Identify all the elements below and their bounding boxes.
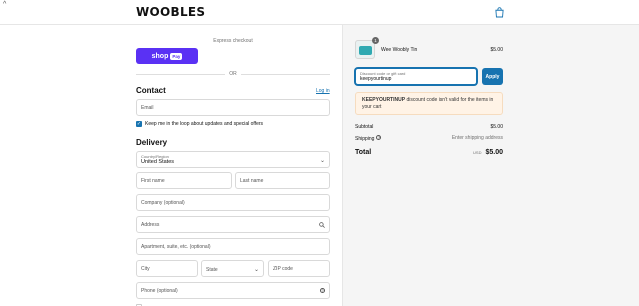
apartment-placeholder: Apartment, suite, etc. (optional) bbox=[141, 244, 211, 250]
chevron-down-icon: ⌄ bbox=[253, 267, 259, 273]
product-name: Wee Woobly Tin bbox=[381, 47, 418, 53]
shipping-value: Enter shipping address bbox=[451, 135, 503, 141]
last-name-placeholder: Last name bbox=[240, 178, 264, 184]
search-icon bbox=[319, 222, 325, 228]
subtotal-label: Subtotal bbox=[355, 124, 374, 130]
shop-pay-button[interactable]: shop Pay bbox=[136, 48, 198, 64]
state-select[interactable]: State ⌄ bbox=[201, 260, 264, 277]
total-row: USD $5.00 bbox=[473, 149, 503, 156]
help-icon[interactable]: ? bbox=[376, 135, 382, 140]
chevron-up-small-icon[interactable]: ^ bbox=[3, 1, 6, 8]
discount-value: keepyourtinup bbox=[360, 76, 392, 82]
total-value: $5.00 bbox=[485, 149, 503, 156]
discount-error-banner: KEEPYOURTINUP discount code isn't valid … bbox=[355, 92, 503, 115]
checkout-form-panel: Express checkout shop Pay OR Contact Log… bbox=[0, 25, 343, 306]
email-placeholder: Email bbox=[141, 105, 154, 111]
tin-graphic bbox=[359, 46, 372, 55]
company-field[interactable]: Company (optional) bbox=[136, 194, 330, 211]
last-name-field[interactable]: Last name bbox=[235, 172, 330, 189]
total-label: Total bbox=[355, 149, 372, 156]
order-summary-panel: 1 Wee Woobly Tin $5.00 Discount code or … bbox=[343, 25, 639, 306]
currency-label: USD bbox=[473, 150, 482, 155]
top-bar: ^ WOOBLES bbox=[0, 0, 639, 25]
or-divider: OR bbox=[136, 70, 330, 78]
delivery-heading: Delivery bbox=[136, 138, 168, 147]
shopping-bag-icon[interactable] bbox=[495, 7, 504, 18]
shipping-row: Shipping? bbox=[355, 135, 382, 142]
store-logo[interactable]: WOOBLES bbox=[136, 5, 205, 19]
contact-heading: Contact bbox=[136, 86, 166, 95]
shop-pay-badge: Pay bbox=[170, 52, 183, 60]
company-placeholder: Company (optional) bbox=[141, 200, 185, 206]
country-select[interactable]: Country/Region United States ⌄ bbox=[136, 151, 330, 168]
apply-button[interactable]: Apply bbox=[482, 68, 503, 85]
city-placeholder: City bbox=[141, 266, 150, 272]
first-name-placeholder: First name bbox=[141, 178, 165, 184]
chevron-down-icon: ⌄ bbox=[319, 158, 325, 164]
error-code: KEEPYOURTINUP bbox=[362, 97, 406, 103]
apartment-field[interactable]: Apartment, suite, etc. (optional) bbox=[136, 238, 330, 255]
zip-placeholder: ZIP code bbox=[273, 266, 293, 272]
address-placeholder: Address bbox=[141, 222, 160, 228]
divider-line-right bbox=[241, 74, 330, 75]
shop-pay-label: shop bbox=[151, 52, 169, 60]
login-link[interactable]: Log in bbox=[316, 88, 330, 94]
phone-field[interactable]: Phone (optional) ? bbox=[136, 282, 330, 299]
state-placeholder: State bbox=[206, 267, 218, 273]
discount-code-input[interactable]: Discount code or gift card keepyourtinup bbox=[355, 68, 477, 85]
city-field[interactable]: City bbox=[136, 260, 198, 277]
email-field[interactable]: Email bbox=[136, 99, 330, 116]
help-icon[interactable]: ? bbox=[320, 288, 325, 293]
subtotal-value: $5.00 bbox=[490, 124, 503, 130]
first-name-field[interactable]: First name bbox=[136, 172, 232, 189]
shipping-label: Shipping bbox=[355, 136, 375, 142]
newsletter-checkbox[interactable]: ✓ bbox=[136, 121, 142, 127]
phone-placeholder: Phone (optional) bbox=[141, 288, 178, 294]
newsletter-label: Keep me in the loop about updates and sp… bbox=[145, 121, 264, 127]
address-field[interactable]: Address bbox=[136, 216, 330, 233]
zip-field[interactable]: ZIP code bbox=[268, 260, 330, 277]
country-value: United States bbox=[141, 159, 175, 165]
product-price: $5.00 bbox=[490, 47, 503, 53]
express-checkout-label: Express checkout bbox=[213, 38, 253, 44]
quantity-badge: 1 bbox=[372, 37, 379, 44]
